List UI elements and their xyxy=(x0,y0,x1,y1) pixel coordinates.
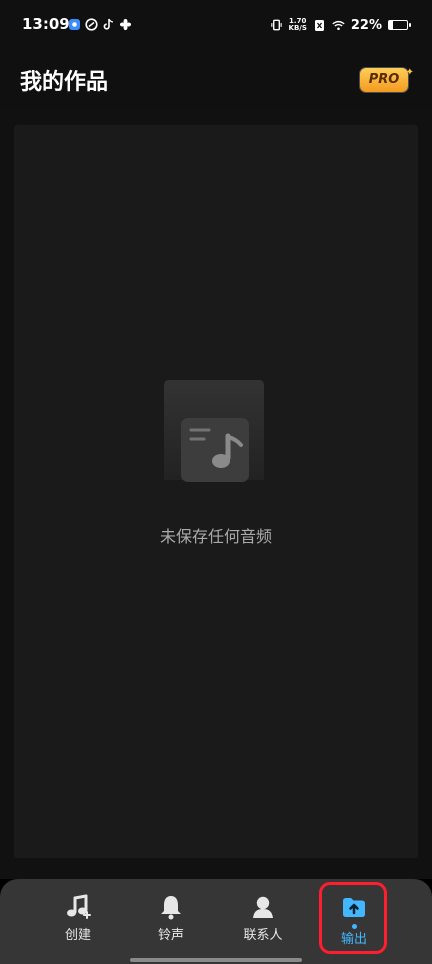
contact-icon xyxy=(253,896,273,918)
pro-badge[interactable]: PRO ✦ xyxy=(360,67,414,92)
network-speed: 1.70 KB/S xyxy=(289,18,307,32)
music-create-icon xyxy=(67,894,91,919)
status-time: 13:09 xyxy=(22,15,70,33)
messenger-app-icon xyxy=(85,18,98,31)
map-app-icon xyxy=(68,18,81,31)
network-speed-unit: KB/S xyxy=(288,24,307,32)
sparkle-icon: ✦ xyxy=(405,67,414,78)
pro-label: PRO xyxy=(368,72,400,87)
status-system-icons: 1.70 KB/S 22% xyxy=(270,14,411,36)
empty-state-illustration xyxy=(161,380,271,500)
bell-icon xyxy=(161,896,181,920)
main-content: 未保存任何音频 xyxy=(0,110,432,879)
vibrate-icon xyxy=(270,19,283,32)
empty-audio-panel: 未保存任何音频 xyxy=(14,125,418,858)
nav-item-ringtones[interactable]: 铃声 xyxy=(136,893,206,951)
tiktok-icon xyxy=(102,18,115,31)
status-app-icons xyxy=(68,18,132,31)
battery-icon xyxy=(388,20,411,30)
battery-level-fill xyxy=(389,21,393,29)
home-indicator[interactable] xyxy=(130,958,302,962)
sim-x-icon xyxy=(313,19,326,32)
nav-label-contacts: 联系人 xyxy=(243,928,283,943)
status-bar: 13:09 1.70 KB/S 22% xyxy=(0,0,432,50)
wifi-icon xyxy=(332,19,345,32)
empty-state-message: 未保存任何音频 xyxy=(159,527,272,546)
nav-item-contacts[interactable]: 联系人 xyxy=(228,893,298,951)
nav-label-create: 创建 xyxy=(64,928,91,943)
page-header: 我的作品 PRO ✦ xyxy=(0,50,432,110)
nav-item-create[interactable]: 创建 xyxy=(43,893,113,951)
page-title: 我的作品 xyxy=(20,70,109,95)
battery-percent: 22% xyxy=(350,17,382,33)
music-file-icon xyxy=(164,380,264,482)
output-tab-highlight xyxy=(319,882,387,954)
fan-app-icon xyxy=(119,18,132,31)
nav-label-ringtones: 铃声 xyxy=(157,928,184,943)
